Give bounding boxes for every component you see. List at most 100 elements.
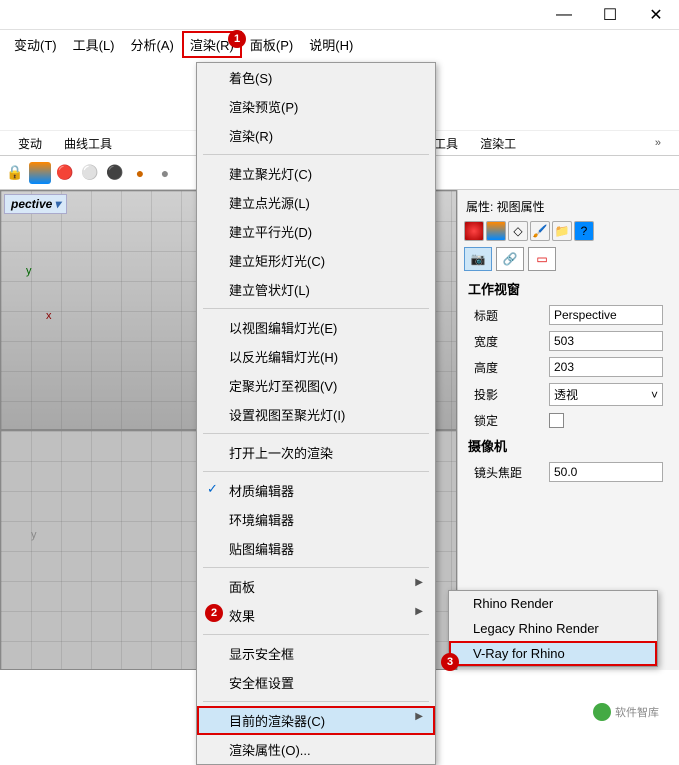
menu-item[interactable]: 显示安全框 (197, 639, 435, 668)
menu-item[interactable]: 材质编辑器 (197, 476, 435, 505)
sphere-icon[interactable]: 🔴 (54, 162, 76, 184)
menu-item[interactable]: 渲染属性(O)... (197, 735, 435, 764)
property-row: 投影透视˅ (462, 380, 675, 409)
menu-panel[interactable]: 面板(P) (242, 31, 301, 58)
close-button[interactable]: ✕ (633, 0, 679, 30)
prop-icon-4[interactable]: 🖌️ (530, 221, 550, 241)
menu-item[interactable]: 建立聚光灯(C) (197, 159, 435, 188)
menu-item[interactable]: 目前的渲染器(C)▶ (197, 706, 435, 735)
menu-separator (203, 701, 429, 702)
watermark-logo-icon (593, 703, 611, 721)
menu-item[interactable]: 安全框设置 (197, 668, 435, 697)
submenu-item[interactable]: Legacy Rhino Render (449, 616, 657, 641)
menu-item[interactable]: 以视图编辑灯光(E) (197, 313, 435, 342)
tab-render-tools[interactable]: 渲染工 (480, 135, 516, 152)
render-menu: 着色(S)渲染预览(P)渲染(R) 建立聚光灯(C)建立点光源(L)建立平行光(D… (196, 62, 436, 765)
menu-item[interactable]: 着色(S) (197, 63, 435, 92)
chevron-right-icon: ▶ (415, 606, 423, 617)
tab-transform[interactable]: 变动 (18, 135, 42, 152)
callout-2: 2 (205, 604, 223, 622)
property-value[interactable]: 503 (549, 331, 663, 351)
property-label: 宽度 (474, 333, 549, 350)
menu-help[interactable]: 说明(H) (301, 31, 361, 58)
property-label: 投影 (474, 386, 549, 403)
property-value[interactable]: 50.0 (549, 462, 663, 482)
menu-item[interactable]: 设置视图至聚光灯(I) (197, 400, 435, 429)
property-row: 标题Perspective (462, 302, 675, 328)
chevron-down-icon: ˅ (651, 388, 658, 402)
properties-toolbar: ◇ 🖌️ 📁 ? (462, 219, 675, 243)
property-label: 锁定 (474, 412, 549, 429)
viewport-dropdown-icon[interactable]: ▾ (54, 197, 60, 211)
tabs-overflow-icon[interactable]: » (655, 137, 661, 149)
section-viewport: 工作视窗 (462, 275, 675, 302)
property-row: 镜头焦距50.0 (462, 459, 675, 485)
property-row: 高度203 (462, 354, 675, 380)
menu-separator (203, 154, 429, 155)
minimize-button[interactable]: — (541, 0, 587, 30)
properties-tabs: 📷 🔗 ▭ (462, 243, 675, 275)
watermark: 软件智库 (593, 703, 659, 721)
maximize-button[interactable]: ☐ (587, 0, 633, 30)
menu-item[interactable]: 面板▶ (197, 572, 435, 601)
property-checkbox[interactable] (549, 413, 564, 428)
renderer-submenu: Rhino RenderLegacy Rhino RenderV-Ray for… (448, 590, 658, 667)
material-icon[interactable] (29, 162, 51, 184)
prop-tab-link[interactable]: 🔗 (496, 247, 524, 271)
main-menubar: 变动(T) 工具(L) 分析(A) 渲染(R) 面板(P) 说明(H) (0, 30, 679, 58)
menu-separator (203, 308, 429, 309)
property-label: 标题 (474, 307, 549, 324)
submenu-item[interactable]: V-Ray for Rhino (449, 641, 657, 666)
sphere3-icon[interactable]: ⚫ (104, 162, 126, 184)
menu-item[interactable]: 建立矩形灯光(C) (197, 246, 435, 275)
prop-icon-6[interactable]: ? (574, 221, 594, 241)
property-value[interactable]: Perspective (549, 305, 663, 325)
menu-item[interactable]: 定聚光灯至视图(V) (197, 371, 435, 400)
prop-icon-3[interactable]: ◇ (508, 221, 528, 241)
axis-x-label: x (46, 310, 52, 322)
chevron-right-icon: ▶ (415, 711, 423, 722)
section-camera: 摄像机 (462, 432, 675, 459)
property-label: 镜头焦距 (474, 464, 549, 481)
property-value[interactable]: 203 (549, 357, 663, 377)
prop-tab-camera[interactable]: 📷 (464, 247, 492, 271)
property-row: 宽度503 (462, 328, 675, 354)
tab-curve-tools[interactable]: 曲线工具 (64, 135, 112, 152)
prop-icon-5[interactable]: 📁 (552, 221, 572, 241)
axis-y-label-2: y (31, 529, 37, 541)
menu-item[interactable]: 建立点光源(L) (197, 188, 435, 217)
menu-item[interactable]: 效果▶ (197, 601, 435, 630)
property-row: 锁定 (462, 409, 675, 432)
menu-item[interactable]: 以反光编辑灯光(H) (197, 342, 435, 371)
callout-3: 3 (441, 653, 459, 671)
menu-item[interactable]: 渲染预览(P) (197, 92, 435, 121)
menu-item[interactable]: 建立平行光(D) (197, 217, 435, 246)
menu-item[interactable]: 建立管状灯(L) (197, 275, 435, 304)
menu-separator (203, 433, 429, 434)
menu-item[interactable]: 渲染(R) (197, 121, 435, 150)
sphere2-icon[interactable]: ⚪ (79, 162, 101, 184)
prop-icon-2[interactable] (486, 221, 506, 241)
menu-item[interactable]: 环境编辑器 (197, 505, 435, 534)
chevron-right-icon: ▶ (415, 577, 423, 588)
sphere4-icon[interactable]: ● (129, 162, 151, 184)
menu-item[interactable]: 贴图编辑器 (197, 534, 435, 563)
property-value[interactable]: 透视˅ (549, 383, 663, 406)
window-titlebar: — ☐ ✕ (0, 0, 679, 30)
menu-separator (203, 471, 429, 472)
axis-y-label: y (26, 265, 32, 277)
menu-separator (203, 567, 429, 568)
sphere5-icon[interactable]: ● (154, 162, 176, 184)
property-label: 高度 (474, 359, 549, 376)
menu-separator (203, 634, 429, 635)
submenu-item[interactable]: Rhino Render (449, 591, 657, 616)
lock-icon[interactable]: 🔒 (4, 162, 26, 184)
prop-tab-rect[interactable]: ▭ (528, 247, 556, 271)
menu-item[interactable]: 打开上一次的渲染 (197, 438, 435, 467)
menu-tools[interactable]: 工具(L) (65, 31, 123, 58)
menu-transform[interactable]: 变动(T) (6, 31, 65, 58)
menu-analyze[interactable]: 分析(A) (123, 31, 182, 58)
callout-1: 1 (228, 30, 246, 48)
prop-icon-1[interactable] (464, 221, 484, 241)
viewport-label[interactable]: pective▾ (4, 194, 67, 214)
